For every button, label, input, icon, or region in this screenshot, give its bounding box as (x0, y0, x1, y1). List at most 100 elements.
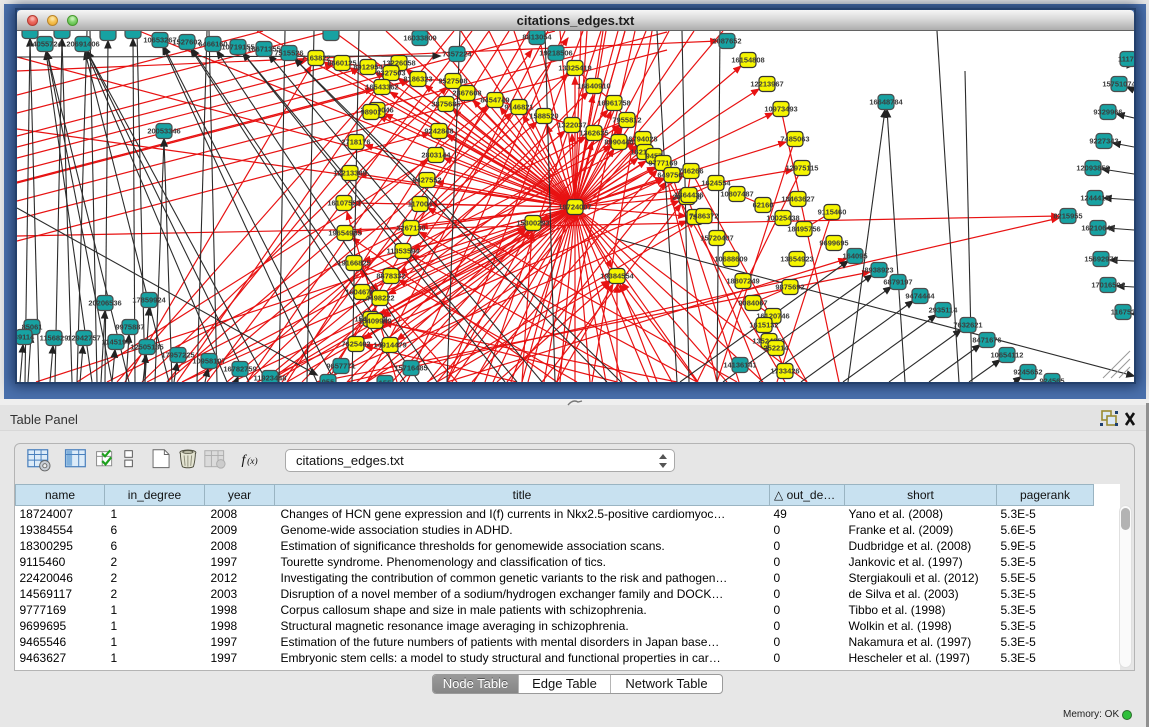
svg-text:6879197: 6879197 (883, 278, 912, 287)
svg-text:15692971: 15692971 (1084, 255, 1117, 264)
svg-text:10025438: 10025438 (766, 214, 799, 223)
svg-text:8660125: 8660125 (327, 59, 356, 68)
svg-text:12942757: 12942757 (67, 334, 100, 343)
svg-text:9474444: 9474444 (905, 292, 935, 301)
svg-text:14136141: 14136141 (723, 361, 756, 370)
svg-text:1733426: 1733426 (770, 367, 799, 376)
svg-text:10688609: 10688609 (714, 255, 747, 264)
svg-text:9084067: 9084067 (738, 299, 767, 308)
svg-text:17016504: 17016504 (1091, 281, 1125, 290)
svg-text:1244415: 1244415 (1080, 194, 1109, 203)
svg-text:8878332: 8878332 (376, 272, 405, 281)
svg-text:98901: 98901 (361, 108, 382, 117)
svg-text:12975115: 12975115 (786, 164, 819, 173)
svg-text:10958107: 10958107 (192, 357, 225, 366)
svg-text:19654985: 19654985 (328, 229, 361, 238)
svg-text:15300293: 15300293 (516, 219, 549, 228)
svg-text:18463627: 18463627 (781, 195, 814, 204)
svg-text:19166825: 19166825 (337, 259, 370, 268)
svg-text:4498222: 4498222 (365, 294, 394, 303)
svg-text:16648784: 16648784 (869, 98, 903, 107)
svg-text:16782759: 16782759 (223, 365, 256, 374)
svg-text:16033809: 16033809 (403, 34, 436, 43)
svg-text:2867608: 2867608 (452, 89, 481, 98)
svg-text:19384554: 19384554 (600, 272, 634, 281)
svg-text:9527508: 9527508 (438, 77, 467, 86)
svg-text:39114: 39114 (17, 333, 35, 342)
svg-text:18495756: 18495756 (787, 225, 820, 234)
svg-text:7163822: 7163822 (301, 54, 330, 63)
svg-text:746266: 746266 (678, 167, 703, 176)
svg-text:10807487: 10807487 (720, 190, 753, 199)
svg-text:17859924: 17859924 (132, 296, 166, 305)
svg-text:1364436: 1364436 (674, 191, 703, 200)
svg-text:1145194: 1145194 (102, 338, 132, 347)
svg-text:12505135: 12505135 (130, 343, 163, 352)
svg-text:924565: 924565 (1039, 377, 1064, 383)
svg-text:9242848: 9242848 (424, 127, 453, 136)
svg-text:19218506: 19218506 (539, 49, 572, 58)
svg-text:20691406: 20691406 (66, 40, 99, 49)
svg-text:13654923: 13654923 (780, 255, 813, 264)
svg-text:9657771: 9657771 (326, 362, 355, 371)
svg-text:16210643: 16210643 (1081, 224, 1114, 233)
svg-text:18724007: 18724007 (558, 203, 591, 212)
svg-text:6794028: 6794028 (628, 135, 657, 144)
svg-text:12213389: 12213389 (333, 169, 366, 178)
svg-text:1615132: 1615132 (749, 321, 778, 330)
svg-text:7486372: 7486372 (689, 212, 718, 221)
svg-text:8471676: 8471676 (972, 336, 1001, 345)
svg-text:155: 155 (379, 379, 392, 383)
svg-text:7625402: 7625402 (341, 340, 370, 349)
svg-text:8813054: 8813054 (522, 33, 552, 42)
svg-text:14914479: 14914479 (373, 341, 406, 350)
svg-text:7632621: 7632621 (953, 321, 982, 330)
svg-text:9146821: 9146821 (504, 103, 533, 112)
svg-text:7515526: 7515526 (274, 49, 303, 58)
svg-text:9327503: 9327503 (376, 69, 405, 78)
svg-text:8186323: 8186323 (403, 75, 432, 84)
svg-text:116753: 116753 (1111, 308, 1134, 317)
svg-text:15409949: 15409949 (358, 317, 391, 326)
svg-text:16640910: 16640910 (577, 82, 610, 91)
svg-text:9875692: 9875692 (775, 283, 804, 292)
svg-text:11353594: 11353594 (387, 247, 421, 256)
svg-text:18807249: 18807249 (726, 277, 759, 286)
svg-text:11923448: 11923448 (254, 374, 287, 383)
svg-text:8427552: 8427552 (412, 176, 441, 185)
svg-text:14055724: 14055724 (28, 40, 62, 49)
svg-text:16961758: 16961758 (597, 99, 630, 108)
svg-text:9227343: 9227343 (1089, 137, 1118, 146)
svg-text:955: 955 (322, 378, 335, 383)
svg-text:3875685: 3875685 (431, 100, 460, 109)
svg-text:7357224: 7357224 (442, 50, 472, 59)
svg-text:8938923: 8938923 (864, 266, 893, 275)
svg-text:3267130: 3267130 (396, 224, 425, 233)
svg-text:11173: 11173 (1118, 55, 1134, 64)
svg-text:9329966: 9329966 (1093, 108, 1122, 117)
svg-text:1624554: 1624554 (701, 179, 731, 188)
svg-text:13325419: 13325419 (558, 64, 591, 73)
svg-text:1362635: 1362635 (579, 129, 608, 138)
svg-text:1527602: 1527602 (172, 38, 201, 47)
svg-text:20206536: 20206536 (88, 299, 121, 308)
svg-text:15720407: 15720407 (700, 234, 733, 243)
svg-text:9975887: 9975887 (115, 323, 144, 332)
svg-text:8215955: 8215955 (1053, 212, 1082, 221)
svg-text:2803144: 2803144 (421, 151, 451, 160)
svg-text:15751074: 15751074 (1102, 80, 1134, 89)
svg-text:10654112: 10654112 (991, 351, 1024, 360)
svg-text:9777169: 9777169 (648, 159, 677, 168)
svg-text:2087652: 2087652 (712, 37, 741, 46)
svg-text:164095: 164095 (842, 252, 867, 261)
svg-text:2718176: 2718176 (341, 138, 370, 147)
svg-text:20053346: 20053346 (147, 127, 180, 136)
svg-text:7485063: 7485063 (780, 135, 809, 144)
svg-text:16107553: 16107553 (327, 199, 360, 208)
svg-text:62160: 62160 (753, 201, 774, 210)
svg-text:(x): (x) (247, 456, 257, 467)
svg-text:1156829: 1156829 (40, 334, 69, 343)
svg-text:2935114: 2935114 (929, 306, 959, 315)
svg-text:7955812: 7955812 (612, 116, 641, 125)
svg-text:117004: 117004 (408, 200, 433, 209)
